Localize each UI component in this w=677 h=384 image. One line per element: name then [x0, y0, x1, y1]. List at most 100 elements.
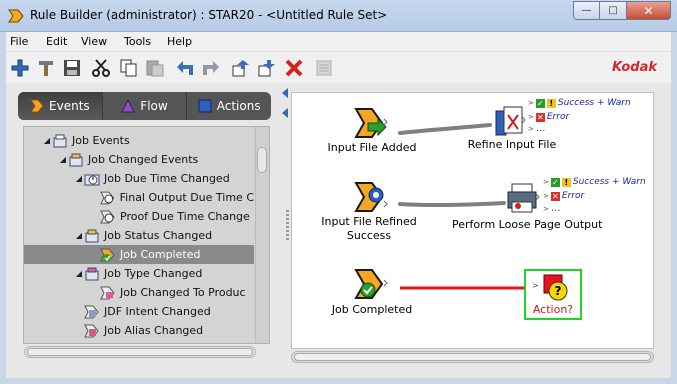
tree-vertical-scrollbar[interactable] [255, 127, 269, 343]
tab-flow[interactable]: Flow [103, 92, 188, 120]
action-input-arrow-icon: > [532, 281, 539, 290]
tab-actions-label: Actions [216, 99, 261, 113]
panel-tabs: Events Flow Actions [18, 92, 271, 120]
expand-arrow-icon[interactable]: ◢ [42, 136, 52, 145]
expand-arrow-icon[interactable]: ◢ [74, 174, 84, 183]
tab-events-label: Events [49, 99, 90, 113]
outcome-more-label: ... [535, 123, 546, 134]
status-folder-icon [85, 229, 99, 242]
main-area: Events Flow Actions ◢ Job Events ◢ Job C… [6, 83, 671, 378]
event-label-line2: Success [346, 229, 392, 242]
tree-item-label: JDF Intent Changed [104, 305, 211, 318]
action-label-refine-input-file: Refine Input File [467, 138, 557, 151]
outcome-label: Success + Warn [557, 98, 631, 108]
outcome-error[interactable]: > ✕ Error [528, 112, 569, 122]
tree-scroll-thumb[interactable] [257, 147, 267, 173]
close-button[interactable]: ✕ [627, 1, 671, 20]
action-label-perform-loose-page-output: Perform Loose Page Output [452, 218, 603, 231]
action-question-icon: ? [543, 274, 568, 301]
tree-item-job-type-changed[interactable]: ◢ Job Type Changed [24, 264, 254, 283]
check-event-icon [100, 248, 115, 262]
tree-item-label: Job Type Changed [104, 267, 203, 280]
move-up-icon[interactable] [229, 56, 253, 80]
expand-arrow-icon[interactable]: ◢ [74, 269, 84, 278]
collapse-left-icon[interactable] [282, 88, 288, 98]
event-label-line1: Input File Refined [321, 215, 417, 228]
tree-item-jdf-intent-changed[interactable]: JDF Intent Changed [24, 302, 254, 321]
tree-item-proof-due-time[interactable]: Proof Due Time Change [24, 207, 254, 226]
add-icon[interactable] [8, 56, 32, 80]
menu-view[interactable]: View [81, 35, 107, 48]
outcome-label: Error [546, 112, 570, 122]
event-label-input-file-refined: Input File Refined Success [314, 215, 424, 243]
expand-arrow-icon[interactable]: ◢ [74, 231, 84, 240]
canvas-horizontal-scrollbar[interactable] [291, 351, 654, 363]
tree-horizontal-scrollbar[interactable] [24, 346, 256, 358]
hammer-icon[interactable] [34, 56, 58, 80]
type-event-icon [100, 286, 115, 299]
minimize-button[interactable]: — [573, 1, 600, 20]
clock-event-icon [100, 210, 115, 223]
collapse-left-icon-2[interactable] [282, 108, 288, 118]
outcome-error[interactable]: > ✕ Error [543, 191, 584, 201]
clock-folder-icon [84, 174, 100, 185]
selected-action-box[interactable]: ? > Action? [524, 269, 582, 320]
tree-item-final-output-due-time[interactable]: Final Output Due Time C [24, 188, 254, 207]
paste-icon[interactable] [143, 56, 167, 80]
menu-bar: File Edit View Tools Help [0, 32, 677, 51]
event-label-input-file-added: Input File Added [327, 141, 417, 154]
menu-help[interactable]: Help [167, 35, 192, 48]
outcome-success-warn[interactable]: > ✓! Success + Warn [528, 98, 631, 108]
tree-item-job-completed[interactable]: Job Completed [24, 245, 254, 264]
input-file-added-icon[interactable] [354, 107, 388, 141]
events-icon [30, 99, 44, 113]
copy-icon[interactable] [117, 56, 141, 80]
maximize-button[interactable]: □ [600, 1, 627, 20]
tree-item-label: Job Due Time Changed [104, 172, 230, 185]
menu-file[interactable]: File [10, 35, 28, 48]
delete-icon[interactable] [282, 56, 306, 80]
canvas-hscroll-thumb[interactable] [294, 353, 651, 361]
perform-loose-page-output-icon[interactable] [506, 182, 540, 216]
move-down-icon[interactable] [255, 56, 279, 80]
tree-item-job-changed-to-production[interactable]: Job Changed To Produc [24, 283, 254, 302]
outcome-success-warn[interactable]: > ✓! Success + Warn [543, 177, 646, 187]
tree-item-label: Job Events [72, 134, 130, 147]
tab-events[interactable]: Events [18, 92, 103, 120]
actions-icon [198, 99, 212, 113]
title-bar: Rule Builder (administrator) : STAR20 - … [0, 0, 677, 32]
tree-item-label: Job Status Changed [104, 229, 213, 242]
cut-icon[interactable] [89, 56, 113, 80]
tree-item-job-due-time-changed[interactable]: ◢ Job Due Time Changed [24, 169, 254, 188]
menu-tools[interactable]: Tools [124, 35, 151, 48]
kodak-logo: Kodak [611, 60, 657, 75]
event-tree: ◢ Job Events ◢ Job Changed Events ◢ Job … [23, 126, 270, 344]
outcome-more[interactable]: >... [543, 203, 560, 214]
jdf-event-icon [84, 305, 99, 318]
tab-flow-label: Flow [140, 99, 168, 113]
undo-icon[interactable] [173, 56, 197, 80]
outcome-label: Error [561, 191, 585, 201]
tab-actions[interactable]: Actions [187, 92, 271, 120]
redo-icon[interactable] [199, 56, 223, 80]
menu-edit[interactable]: Edit [46, 35, 67, 48]
splitter-grip[interactable] [286, 210, 289, 240]
tree-hscroll-thumb[interactable] [27, 348, 253, 356]
alias-event-icon [84, 324, 99, 337]
tree-item-job-status-changed[interactable]: ◢ Job Status Changed [24, 226, 254, 245]
input-file-refined-success-icon[interactable] [354, 181, 388, 215]
refine-input-file-icon[interactable] [492, 105, 526, 139]
outcome-more[interactable]: >... [528, 123, 545, 134]
tree-item-label: Proof Due Time Change [120, 210, 250, 223]
expand-arrow-icon[interactable]: ◢ [58, 155, 68, 164]
tree-item-label: Final Output Due Time C [119, 191, 254, 204]
action-label-placeholder: Action? [532, 303, 574, 316]
save-icon[interactable] [60, 56, 84, 80]
job-completed-icon[interactable] [354, 268, 388, 302]
tree-item-label: Job Changed Events [88, 153, 199, 166]
tree-item-job-alias-changed[interactable]: Job Alias Changed [24, 321, 254, 340]
tree-item-job-events[interactable]: ◢ Job Events [24, 131, 254, 150]
tree-item-job-changed-events[interactable]: ◢ Job Changed Events [24, 150, 254, 169]
properties-icon[interactable] [312, 56, 336, 80]
rule-canvas[interactable]: Input File Added Refine Input File > ✓! Su… [291, 92, 654, 349]
